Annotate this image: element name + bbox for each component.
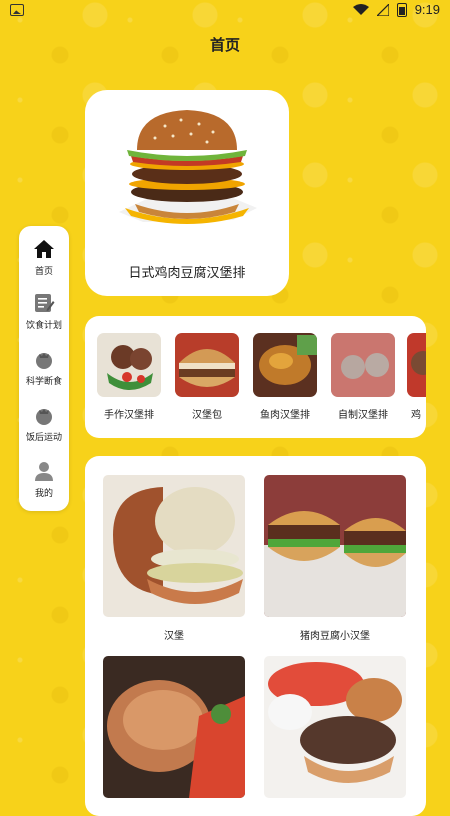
featured-recipe-card[interactable]: 日式鸡肉豆腐汉堡排	[85, 90, 289, 296]
home-icon	[34, 240, 54, 258]
recipe-card[interactable]	[264, 656, 406, 808]
category-label: 鱼肉汉堡排	[260, 410, 310, 421]
recipe-label: 猪肉豆腐小汉堡	[300, 631, 370, 642]
category-thumbnail	[175, 333, 239, 397]
signal-icon	[376, 3, 389, 16]
status-bar: 9:19	[0, 0, 450, 22]
burger-image	[119, 110, 257, 224]
category-label: 自制汉堡排	[338, 410, 388, 421]
recipe-image	[264, 656, 406, 798]
category-label: 鸡	[411, 410, 421, 421]
sidebar-item-label: 我的	[34, 488, 53, 498]
battery-icon	[396, 2, 407, 17]
page-title: 首页	[209, 37, 240, 54]
sidebar-item-exercise[interactable]: 饭后运动	[19, 404, 69, 443]
sidebar-item-profile[interactable]: 我的	[19, 460, 69, 499]
clock: 9:19	[414, 2, 440, 17]
category-label: 汉堡包	[192, 410, 222, 421]
sidebar-item-label: 饭后运动	[25, 432, 62, 442]
featured-recipe-caption: 日式鸡肉豆腐汉堡排	[128, 265, 246, 280]
person-icon	[35, 462, 53, 481]
sidebar-item-label: 科学断食	[25, 376, 62, 386]
recipe-image	[264, 475, 406, 617]
sidebar-item-label: 饮食计划	[25, 320, 62, 330]
sidebar-nav: 首页 饮食计划 科学断食 饭后运动 我的	[19, 226, 69, 511]
category-label: 手作汉堡排	[104, 410, 154, 421]
category-item[interactable]: 汉堡包	[175, 333, 239, 421]
category-thumbnail	[331, 333, 395, 397]
tomato-icon	[36, 353, 52, 369]
recipe-grid: 汉堡 猪肉豆腐小汉堡	[85, 456, 426, 816]
wifi-icon	[352, 3, 369, 15]
category-thumbnail	[407, 333, 426, 397]
recipe-label: 汉堡	[164, 631, 184, 642]
category-item[interactable]: 鱼肉汉堡排	[253, 333, 317, 421]
sidebar-item-label: 首页	[34, 266, 53, 276]
recipe-card[interactable]: 猪肉豆腐小汉堡	[264, 475, 406, 642]
recipe-image	[103, 656, 245, 798]
sidebar-item-fasting[interactable]: 科学断食	[19, 348, 69, 387]
image-notification-icon	[10, 4, 24, 16]
sidebar-item-home[interactable]: 首页	[19, 238, 69, 277]
category-thumbnail	[97, 333, 161, 397]
category-strip[interactable]: 手作汉堡排 汉堡包 鱼肉汉堡排 自制汉堡排 鸡	[85, 316, 426, 438]
recipe-card[interactable]	[103, 656, 245, 808]
category-item[interactable]: 自制汉堡排	[331, 333, 395, 421]
category-thumbnail	[253, 333, 317, 397]
recipe-card[interactable]: 汉堡	[103, 475, 245, 642]
category-item[interactable]: 手作汉堡排	[97, 333, 161, 421]
tomato-icon	[36, 409, 52, 425]
recipe-image	[103, 475, 245, 617]
category-item[interactable]: 鸡	[407, 333, 426, 421]
sidebar-item-diet-plan[interactable]: 饮食计划	[19, 292, 69, 331]
notes-icon	[35, 294, 55, 312]
